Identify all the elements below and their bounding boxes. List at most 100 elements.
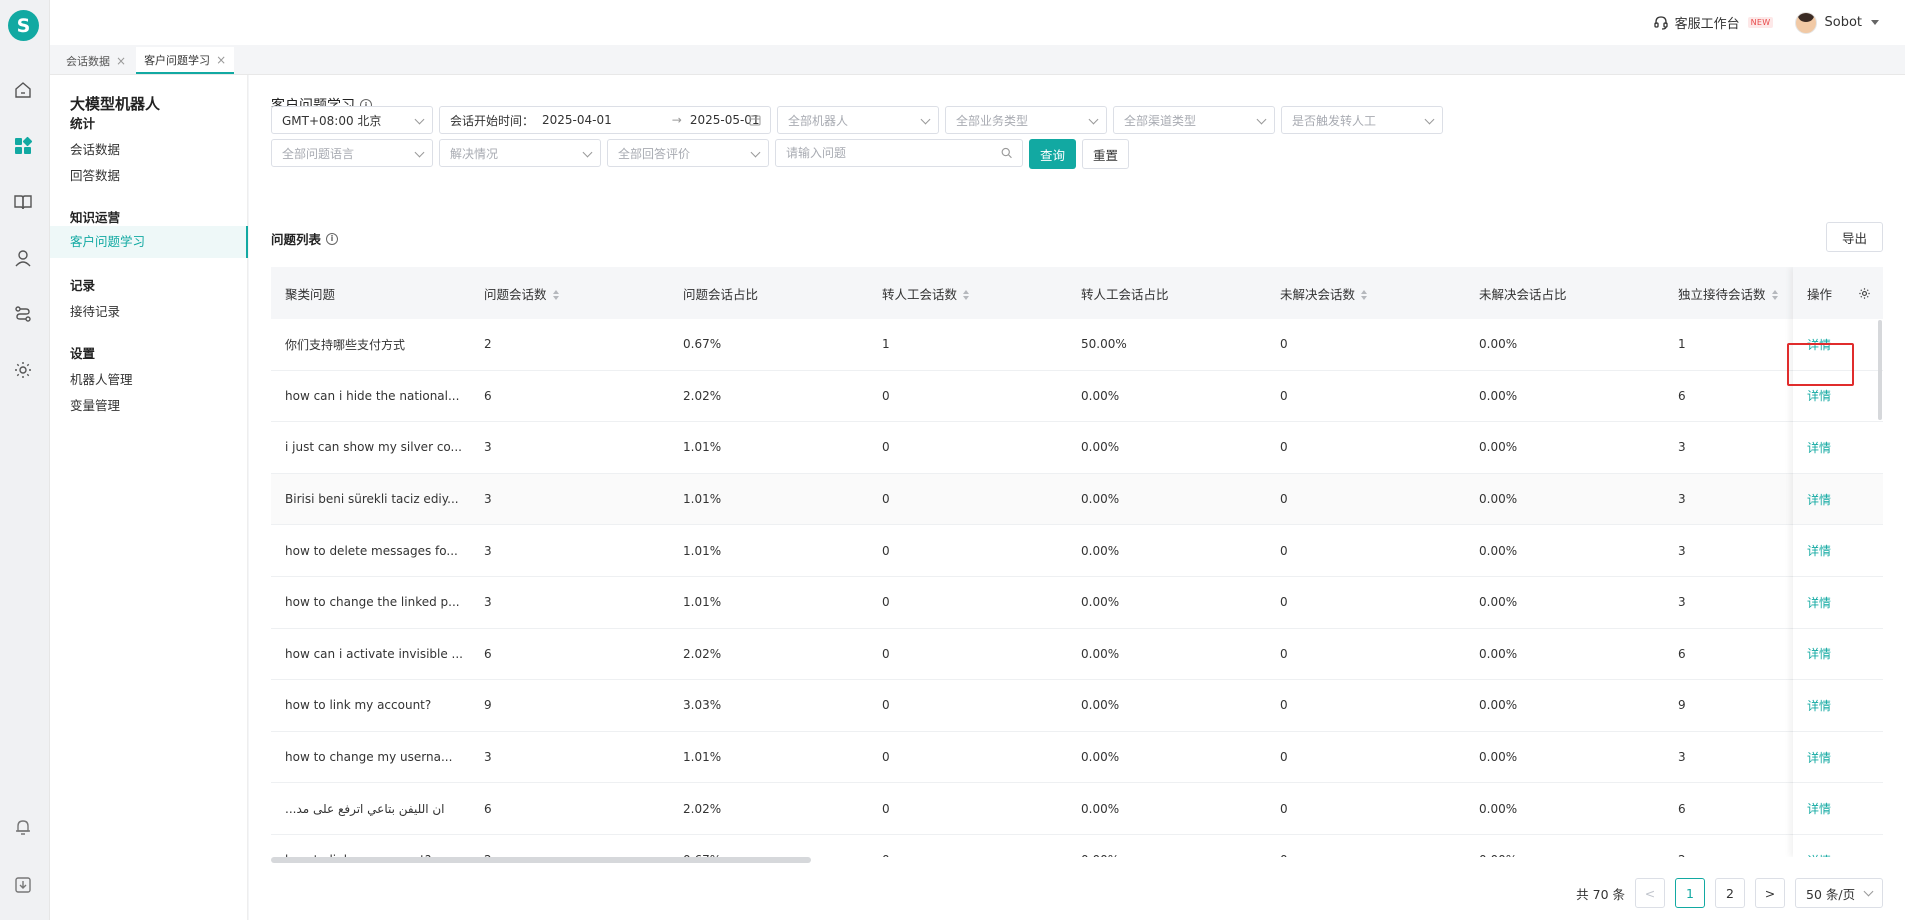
knowledge-book-icon[interactable] (13, 192, 33, 212)
ops-cell: 详情 (1793, 577, 1883, 629)
table-cell: 0.00% (1479, 646, 1518, 661)
sort-icon[interactable] (552, 290, 559, 300)
tab-session-data[interactable]: 会话数据 × (58, 47, 134, 74)
table-cell: 1.01% (683, 595, 722, 610)
detail-link[interactable]: 详情 (1807, 439, 1831, 456)
table-cell: 1 (882, 337, 890, 352)
table-cell: 3 (1678, 750, 1686, 765)
table-cell: 3 (1678, 440, 1686, 455)
new-badge: NEW (1747, 17, 1774, 28)
table-cell: 0.00% (1479, 543, 1518, 558)
sort-icon[interactable] (1771, 290, 1778, 300)
info-icon[interactable]: i (326, 232, 339, 245)
prev-page-button[interactable]: < (1635, 878, 1665, 908)
detail-link[interactable]: 详情 (1807, 852, 1831, 857)
agent-workspace-link[interactable]: 客服工作台 NEW (1653, 13, 1774, 32)
search-input[interactable] (786, 146, 1001, 160)
icon-rail: S (0, 0, 50, 920)
vertical-scrollbar[interactable] (1878, 320, 1882, 420)
tab-customer-question-learning[interactable]: 客户问题学习 × (136, 47, 235, 74)
question-list-title: 问题列表 i (271, 229, 339, 248)
detail-link[interactable]: 详情 (1807, 387, 1831, 404)
sidebar-item-answer-data[interactable]: 回答数据 (70, 165, 120, 184)
next-page-button[interactable]: > (1755, 878, 1785, 908)
timezone-select[interactable]: GMT+08:00 北京 (271, 106, 433, 134)
column-header-sortable[interactable]: 转人工会话数 (868, 284, 1067, 303)
detail-link[interactable]: 详情 (1807, 542, 1831, 559)
cluster-question-cell: ...ان الليفن بتاعي اترفع على مد (285, 801, 445, 816)
table-cell: 0.00% (1067, 853, 1266, 857)
table-cell: 9 (484, 698, 492, 713)
table-cell: 9 (1678, 698, 1686, 713)
detail-link[interactable]: 详情 (1807, 800, 1831, 817)
detail-link[interactable]: 详情 (1807, 749, 1831, 766)
rating-select[interactable]: 全部回答评价 (607, 139, 769, 167)
page-1-button[interactable]: 1 (1675, 878, 1705, 908)
sort-icon[interactable] (963, 290, 970, 300)
column-header-sortable[interactable]: 独立接待会话数 (1664, 284, 1785, 303)
query-button[interactable]: 查询 (1029, 139, 1076, 169)
page-2-button[interactable]: 2 (1715, 878, 1745, 908)
table-cell: 2 (1664, 853, 1785, 857)
table-cell: 1.01% (683, 750, 722, 765)
table-cell: 3 (484, 492, 492, 507)
sidebar-item-variable-management[interactable]: 变量管理 (70, 395, 120, 414)
sort-icon[interactable] (1361, 290, 1368, 300)
ops-cell: 详情 (1793, 473, 1883, 526)
table-cell: 0.00% (1081, 698, 1120, 713)
column-settings-gear-icon[interactable] (1858, 287, 1871, 300)
user-menu[interactable]: Sobot (1795, 11, 1879, 34)
settings-gear-icon[interactable] (13, 360, 33, 380)
table-cell: 1.01% (683, 492, 722, 507)
language-select[interactable]: 全部问题语言 (271, 139, 433, 167)
home-icon[interactable] (13, 80, 33, 100)
business-type-select[interactable]: 全部业务类型 (945, 106, 1107, 134)
detail-link[interactable]: 详情 (1807, 491, 1831, 508)
sidebar-item-reception-records[interactable]: 接待记录 (70, 301, 120, 320)
export-button[interactable]: 导出 (1826, 222, 1883, 252)
robot-select[interactable]: 全部机器人 (777, 106, 939, 134)
workspace-label: 客服工作台 (1674, 17, 1740, 32)
table-cell: 0 (1280, 698, 1288, 713)
table-cell: 0 (1280, 440, 1288, 455)
tab-label: 会话数据 (66, 54, 110, 68)
dashboard-icon[interactable] (13, 136, 33, 156)
sobot-logo[interactable]: S (8, 10, 39, 41)
table-row: how to link my account? 9 3.03% 0 0.00% 0 0.00… (271, 680, 1883, 732)
chevron-down-icon (1256, 114, 1267, 125)
table-cell: 0.00% (1479, 440, 1518, 455)
detail-link[interactable]: 详情 (1807, 594, 1831, 611)
column-header-sortable[interactable]: 问题会话数 (470, 284, 669, 303)
detail-link[interactable]: 详情 (1807, 336, 1831, 353)
channel-type-select[interactable]: 全部渠道类型 (1113, 106, 1275, 134)
detail-link[interactable]: 详情 (1807, 697, 1831, 714)
agent-icon[interactable] (13, 248, 33, 268)
transfer-select[interactable]: 是否触发转人工 (1281, 106, 1443, 134)
reset-button[interactable]: 重置 (1082, 139, 1129, 169)
sidebar-item-robot-management[interactable]: 机器人管理 (70, 369, 133, 388)
question-search-input[interactable] (775, 139, 1023, 167)
resolution-select[interactable]: 解决情况 (439, 139, 601, 167)
download-icon[interactable] (13, 875, 33, 895)
calendar-icon (749, 115, 761, 126)
cluster-question-cell: how to delete messages fo... (285, 543, 458, 558)
page-size-select[interactable]: 50 条/页 (1795, 878, 1883, 908)
routing-icon[interactable] (13, 304, 33, 324)
page-tabs: 会话数据 × 客户问题学习 × (50, 45, 1905, 75)
close-icon[interactable]: × (116, 54, 126, 68)
main-content: 客户问题学习 i GMT+08:00 北京 会话开始时间： 2025-04-01… (249, 75, 1905, 920)
table-cell: 0.00% (1081, 646, 1120, 661)
total-count: 共 70 条 (1576, 886, 1625, 902)
chevron-down-icon (1424, 114, 1435, 125)
search-icon (1001, 147, 1012, 159)
notification-bell-icon[interactable] (13, 817, 33, 837)
table-body: 你们支持哪些支付方式 2 0.67% 1 50.00% 0 0.00% 1 how can i … (271, 319, 1883, 857)
column-header-sortable[interactable]: 未解决会话数 (1266, 284, 1465, 303)
horizontal-scrollbar[interactable] (271, 857, 811, 863)
sidebar-item-session-data[interactable]: 会话数据 (70, 139, 120, 158)
date-range-picker[interactable]: 会话开始时间： 2025-04-01 → 2025-05-01 (439, 106, 771, 134)
date-start[interactable]: 2025-04-01 (542, 113, 612, 127)
close-icon[interactable]: × (216, 53, 226, 67)
sidebar-item-customer-question-learning[interactable]: 客户问题学习 (50, 226, 248, 258)
detail-link[interactable]: 详情 (1807, 645, 1831, 662)
